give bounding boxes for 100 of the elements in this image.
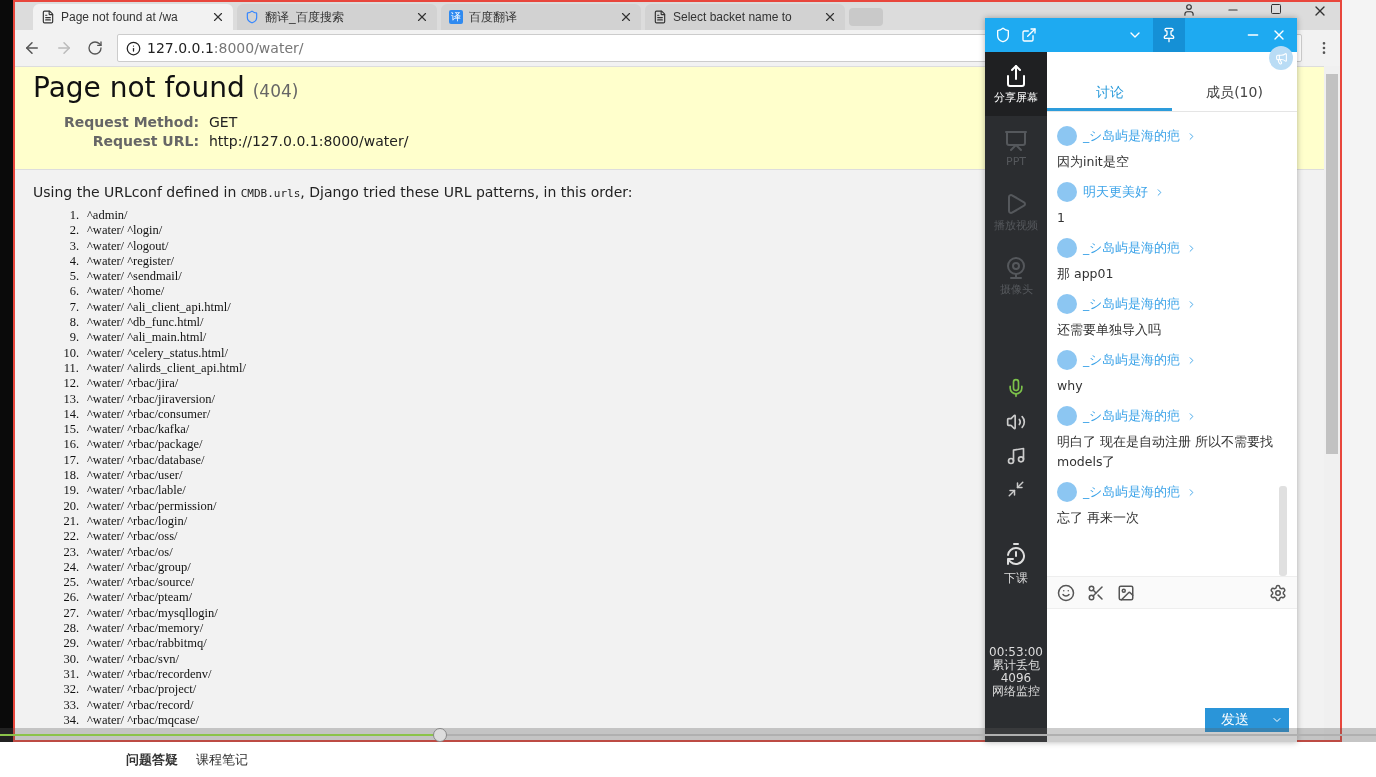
- url-pattern: ^water/ ^home/: [87, 284, 166, 300]
- pattern-number: 29.: [62, 636, 79, 652]
- send-button[interactable]: 发送: [1205, 708, 1289, 732]
- translate-icon: 译: [449, 10, 463, 24]
- speaker-icon[interactable]: [1006, 412, 1026, 432]
- sender-name[interactable]: _シ岛屿是海的疤: [1083, 127, 1181, 145]
- avatar: [1057, 182, 1077, 202]
- microphone-icon[interactable]: [1006, 378, 1026, 398]
- url-pattern: ^water/ ^ali_client_api.html/: [87, 299, 232, 316]
- pattern-number: 10.: [62, 345, 79, 361]
- shield-icon[interactable]: [995, 27, 1011, 43]
- close-icon[interactable]: [211, 10, 225, 24]
- maximize-icon[interactable]: [1270, 3, 1282, 15]
- url-pattern: ^water/ ^sendmail/: [87, 269, 183, 285]
- message-text: 1: [1057, 209, 1066, 227]
- slides-icon: [1004, 128, 1028, 153]
- profile-icon[interactable]: [1182, 3, 1196, 17]
- webcam-icon: [1004, 255, 1028, 280]
- sidebar-item[interactable]: 分享屏幕: [985, 52, 1047, 116]
- pattern-number: 7.: [68, 299, 79, 316]
- emoji-icon[interactable]: [1057, 583, 1075, 602]
- message-text: why: [1057, 377, 1084, 395]
- shrink-icon[interactable]: [1007, 480, 1025, 498]
- pin-icon[interactable]: [1161, 27, 1177, 43]
- pattern-number: 17.: [62, 452, 79, 469]
- url-pattern: ^water/ ^rbac/svn/: [87, 651, 180, 667]
- pattern-number: 9.: [68, 330, 79, 346]
- browser-tab[interactable]: Page not found at /wa: [33, 4, 233, 30]
- music-icon[interactable]: [1006, 446, 1026, 466]
- pattern-number: 33.: [62, 697, 79, 713]
- close-icon[interactable]: [619, 10, 633, 24]
- pattern-number: 23.: [62, 544, 79, 560]
- pattern-number: 15.: [62, 422, 79, 438]
- browser-tab[interactable]: 翻译_百度搜索: [237, 4, 437, 30]
- url-pattern: ^water/ ^rbac/jira/: [87, 376, 180, 392]
- course-tab[interactable]: 问题答疑: [126, 751, 178, 768]
- url-pattern: ^water/ ^logout/: [87, 238, 170, 254]
- info-icon[interactable]: [126, 40, 141, 56]
- chat-tab[interactable]: 成员(10): [1172, 78, 1297, 111]
- url-pattern: ^water/ ^rbac/oss/: [87, 529, 179, 545]
- url-pattern: ^water/ ^rbac/os/: [87, 544, 174, 560]
- pattern-number: 12.: [62, 376, 79, 392]
- pattern-number: 28.: [62, 621, 79, 637]
- url-pattern: ^water/ ^rbac/user/: [87, 468, 184, 484]
- video-progress-bar[interactable]: [0, 728, 1376, 742]
- share-icon: [1004, 63, 1028, 88]
- pattern-number: 4.: [68, 253, 79, 270]
- url-pattern: ^water/ ^rbac/mysqllogin/: [87, 605, 219, 621]
- timer-text: 00:53:00: [989, 646, 1043, 659]
- sender-name[interactable]: _シ岛屿是海的疤: [1083, 407, 1181, 425]
- pattern-number: 22.: [62, 529, 79, 545]
- pattern-number: 34.: [62, 712, 79, 729]
- pattern-number: 5.: [68, 269, 79, 285]
- browser-tab[interactable]: Select backet name to: [645, 4, 845, 30]
- export-icon[interactable]: [1021, 27, 1037, 43]
- avatar: [1057, 238, 1077, 258]
- pin-button[interactable]: [1153, 18, 1185, 52]
- url-pattern: ^water/ ^register/: [87, 253, 176, 270]
- timer-icon: [1004, 542, 1028, 566]
- sender-name[interactable]: _シ岛屿是海的疤: [1083, 239, 1181, 257]
- browser-tab[interactable]: 译 百度翻译: [441, 4, 641, 30]
- announcement-icon[interactable]: [1269, 46, 1293, 70]
- course-tab[interactable]: 课程笔记: [196, 751, 248, 768]
- chat-tab[interactable]: 讨论: [1047, 78, 1172, 111]
- sender-name[interactable]: _シ岛屿是海的疤: [1083, 351, 1181, 369]
- url-pattern: ^water/ ^db_func.html/: [87, 315, 205, 331]
- back-icon[interactable]: [23, 39, 41, 57]
- message-text: 忘了 再来一次: [1057, 509, 1140, 527]
- url-pattern: ^water/ ^rbac/kafka/: [87, 422, 191, 438]
- avatar: [1057, 126, 1077, 146]
- reload-icon[interactable]: [87, 40, 103, 56]
- sender-name[interactable]: _シ岛屿是海的疤: [1083, 295, 1181, 313]
- message-text: 那 app01: [1057, 265, 1115, 283]
- settings-icon[interactable]: [1269, 583, 1287, 602]
- request-label: Request Method:: [63, 114, 199, 130]
- message-text: 明白了 现在是自动注册 所以不需要找models了: [1057, 433, 1274, 471]
- scissors-icon[interactable]: [1087, 583, 1105, 602]
- pattern-number: 27.: [62, 605, 79, 621]
- status-code: (404): [252, 81, 299, 101]
- url-pattern: ^water/ ^rbac/package/: [87, 437, 204, 453]
- close-icon[interactable]: [415, 10, 429, 24]
- page-icon: [653, 10, 667, 24]
- request-label: Request URL:: [91, 133, 199, 149]
- packet-loss-label: 累计丢包: [992, 659, 1040, 672]
- intro-text: Using the URLconf defined in CMDB.urls, Django tried these URL patterns, in this order:: [33, 184, 633, 200]
- pattern-number: 19.: [62, 483, 79, 499]
- pattern-number: 14.: [62, 406, 79, 423]
- sender-name[interactable]: 明天更美好: [1083, 183, 1148, 201]
- url-pattern: ^water/ ^rbac/lable/: [87, 483, 187, 499]
- pattern-number: 24.: [62, 559, 79, 576]
- pattern-number: 1.: [68, 208, 79, 224]
- pattern-number: 8.: [68, 315, 79, 331]
- avatar: [1057, 406, 1077, 426]
- url-pattern: ^water/ ^ali_main.html/: [87, 330, 208, 346]
- end-class-button[interactable]: 下课: [1004, 542, 1028, 587]
- pattern-number: 26.: [62, 590, 79, 606]
- message-text: 还需要单独导入吗: [1057, 321, 1162, 339]
- image-icon[interactable]: [1117, 583, 1135, 602]
- sender-name[interactable]: _シ岛屿是海的疤: [1083, 483, 1181, 501]
- close-icon[interactable]: [823, 10, 837, 24]
